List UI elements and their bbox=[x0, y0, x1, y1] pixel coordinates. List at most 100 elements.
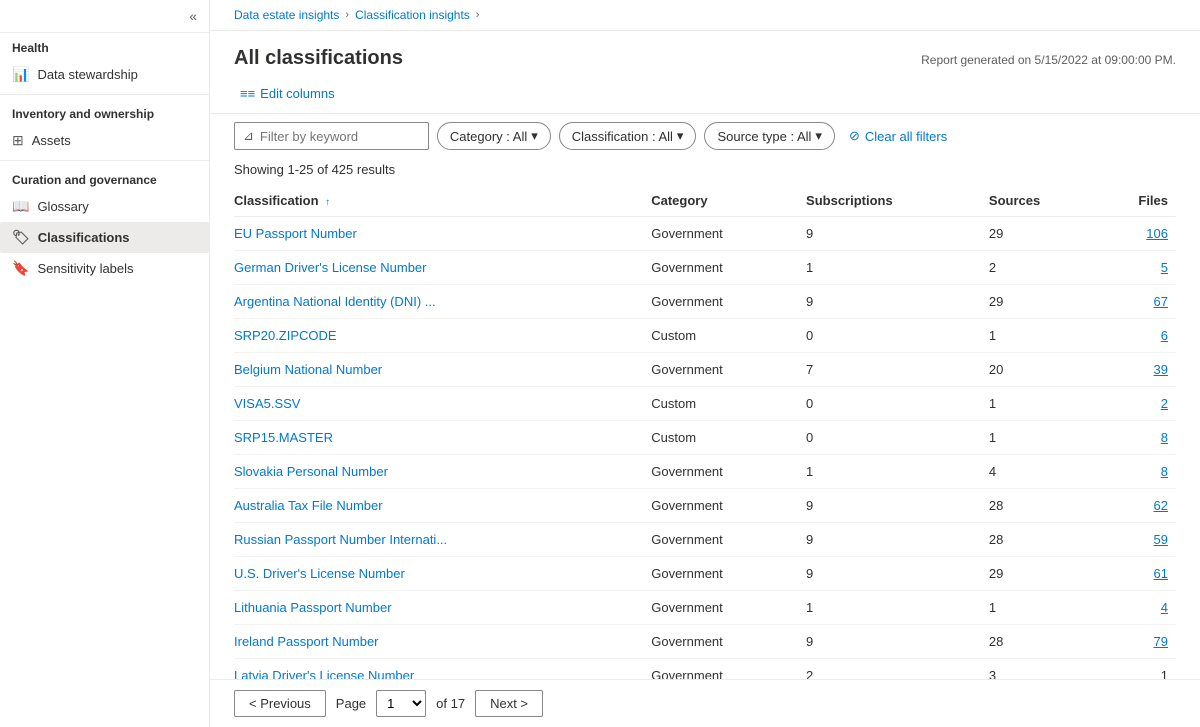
table-row: SRP15.MASTERCustom018 bbox=[234, 421, 1176, 455]
subscriptions-cell: 2 bbox=[806, 659, 989, 680]
sidebar-item-glossary[interactable]: 📖 Glossary bbox=[0, 191, 209, 222]
classification-link[interactable]: Australia Tax File Number bbox=[234, 498, 383, 513]
table-header-row: Classification ↑ Category Subscriptions … bbox=[234, 185, 1176, 217]
edit-columns-icon: ≡≡ bbox=[240, 86, 255, 101]
files-link[interactable]: 59 bbox=[1154, 532, 1168, 547]
files-link[interactable]: 62 bbox=[1154, 498, 1168, 513]
table-row: German Driver's License Number Government… bbox=[234, 251, 1176, 285]
files-link[interactable]: 8 bbox=[1161, 464, 1168, 479]
sidebar-item-sensitivity-labels[interactable]: 🔖 Sensitivity labels bbox=[0, 253, 209, 284]
sources-cell: 28 bbox=[989, 523, 1106, 557]
files-cell: 6 bbox=[1106, 319, 1176, 353]
table-row: Argentina National Identity (DNI) ...Gov… bbox=[234, 285, 1176, 319]
col-files[interactable]: Files bbox=[1106, 185, 1176, 217]
files-link[interactable]: 106 bbox=[1146, 226, 1168, 241]
breadcrumb-sep-1: › bbox=[345, 9, 349, 21]
files-cell: 8 bbox=[1106, 421, 1176, 455]
filter-category-chip[interactable]: Category : All ▾ bbox=[437, 122, 551, 150]
sidebar-divider-1 bbox=[0, 94, 209, 95]
page-select[interactable]: 1234567891011121314151617 bbox=[376, 690, 426, 717]
files-cell: 2 bbox=[1106, 387, 1176, 421]
files-cell: 5 bbox=[1106, 251, 1176, 285]
collapse-icon[interactable]: « bbox=[185, 6, 201, 26]
col-sources[interactable]: Sources bbox=[989, 185, 1106, 217]
pagination: < Previous Page 123456789101112131415161… bbox=[210, 679, 1200, 727]
classification-link[interactable]: Belgium National Number bbox=[234, 362, 382, 377]
classification-link[interactable]: Latvia Driver's License Number bbox=[234, 668, 414, 679]
sources-cell: 28 bbox=[989, 489, 1106, 523]
sidebar-section-inventory[interactable]: Inventory and ownership bbox=[0, 99, 209, 125]
files-link[interactable]: 2 bbox=[1161, 396, 1168, 411]
clear-filters-button[interactable]: ⊘ Clear all filters bbox=[843, 124, 953, 148]
category-cell: Government bbox=[651, 217, 806, 251]
filter-classification-chevron: ▾ bbox=[677, 128, 684, 144]
breadcrumb-data-estate[interactable]: Data estate insights bbox=[234, 8, 339, 22]
category-cell: Government bbox=[651, 251, 806, 285]
sidebar-section-health[interactable]: Health bbox=[0, 33, 209, 59]
classification-link[interactable]: Argentina National Identity (DNI) ... bbox=[234, 294, 436, 309]
classification-link[interactable]: Slovakia Personal Number bbox=[234, 464, 388, 479]
classification-link[interactable]: EU Passport Number bbox=[234, 226, 357, 241]
category-cell: Government bbox=[651, 659, 806, 680]
sources-cell: 29 bbox=[989, 557, 1106, 591]
previous-button[interactable]: < Previous bbox=[234, 690, 326, 717]
subscriptions-cell: 0 bbox=[806, 319, 989, 353]
filter-category-chevron: ▾ bbox=[531, 128, 538, 144]
breadcrumb-classification-insights[interactable]: Classification insights bbox=[355, 8, 470, 22]
sidebar-collapse-button[interactable]: « bbox=[0, 0, 209, 33]
classification-link[interactable]: VISA5.SSV bbox=[234, 396, 300, 411]
of-label: of 17 bbox=[436, 696, 465, 711]
subscriptions-cell: 9 bbox=[806, 557, 989, 591]
table-row: Latvia Driver's License Number Government… bbox=[234, 659, 1176, 680]
table-container: Classification ↑ Category Subscriptions … bbox=[210, 185, 1200, 679]
col-category[interactable]: Category bbox=[651, 185, 806, 217]
subscriptions-cell: 9 bbox=[806, 625, 989, 659]
classification-link[interactable]: SRP20.ZIPCODE bbox=[234, 328, 337, 343]
filter-keyword-input[interactable] bbox=[260, 129, 420, 144]
breadcrumb: Data estate insights › Classification in… bbox=[210, 0, 1200, 31]
sidebar-item-assets[interactable]: ⊞ Assets bbox=[0, 125, 209, 156]
category-cell: Custom bbox=[651, 421, 806, 455]
col-classification[interactable]: Classification ↑ bbox=[234, 185, 651, 217]
subscriptions-cell: 9 bbox=[806, 285, 989, 319]
files-link[interactable]: 6 bbox=[1161, 328, 1168, 343]
files-link[interactable]: 39 bbox=[1154, 362, 1168, 377]
category-cell: Government bbox=[651, 557, 806, 591]
page-header: All classifications Report generated on … bbox=[210, 31, 1200, 78]
next-button[interactable]: Next > bbox=[475, 690, 543, 717]
table-row: EU Passport NumberGovernment929106 bbox=[234, 217, 1176, 251]
sidebar-section-curation[interactable]: Curation and governance bbox=[0, 165, 209, 191]
filter-keyword-container: ⊿ bbox=[234, 122, 429, 150]
filter-source-type-chip[interactable]: Source type : All ▾ bbox=[704, 122, 834, 150]
files-cell: 39 bbox=[1106, 353, 1176, 387]
clear-filters-icon: ⊘ bbox=[849, 128, 860, 144]
subscriptions-cell: 0 bbox=[806, 387, 989, 421]
classification-link[interactable]: Ireland Passport Number bbox=[234, 634, 379, 649]
col-subscriptions[interactable]: Subscriptions bbox=[806, 185, 989, 217]
category-cell: Government bbox=[651, 625, 806, 659]
filter-source-type-chevron: ▾ bbox=[815, 128, 822, 144]
category-cell: Government bbox=[651, 489, 806, 523]
classification-link[interactable]: German Driver's License Number bbox=[234, 260, 427, 275]
classification-link[interactable]: Russian Passport Number Internati... bbox=[234, 532, 447, 547]
files-cell: 79 bbox=[1106, 625, 1176, 659]
subscriptions-cell: 1 bbox=[806, 251, 989, 285]
filter-classification-chip[interactable]: Classification : All ▾ bbox=[559, 122, 697, 150]
classification-link[interactable]: U.S. Driver's License Number bbox=[234, 566, 405, 581]
sidebar-item-classifications[interactable]: 🏷 Classifications bbox=[0, 222, 209, 253]
classification-link[interactable]: Lithuania Passport Number bbox=[234, 600, 392, 615]
classification-link[interactable]: SRP15.MASTER bbox=[234, 430, 333, 445]
files-cell: 4 bbox=[1106, 591, 1176, 625]
files-link[interactable]: 67 bbox=[1154, 294, 1168, 309]
sidebar-item-data-stewardship[interactable]: 📊 Data stewardship bbox=[0, 59, 209, 90]
edit-columns-button[interactable]: ≡≡ Edit columns bbox=[234, 82, 341, 105]
category-cell: Government bbox=[651, 353, 806, 387]
files-link[interactable]: 79 bbox=[1154, 634, 1168, 649]
files-link[interactable]: 5 bbox=[1161, 260, 1168, 275]
table-row: Slovakia Personal NumberGovernment148 bbox=[234, 455, 1176, 489]
files-link[interactable]: 4 bbox=[1161, 600, 1168, 615]
files-link[interactable]: 8 bbox=[1161, 430, 1168, 445]
sources-cell: 3 bbox=[989, 659, 1106, 680]
subscriptions-cell: 1 bbox=[806, 455, 989, 489]
files-link[interactable]: 61 bbox=[1154, 566, 1168, 581]
